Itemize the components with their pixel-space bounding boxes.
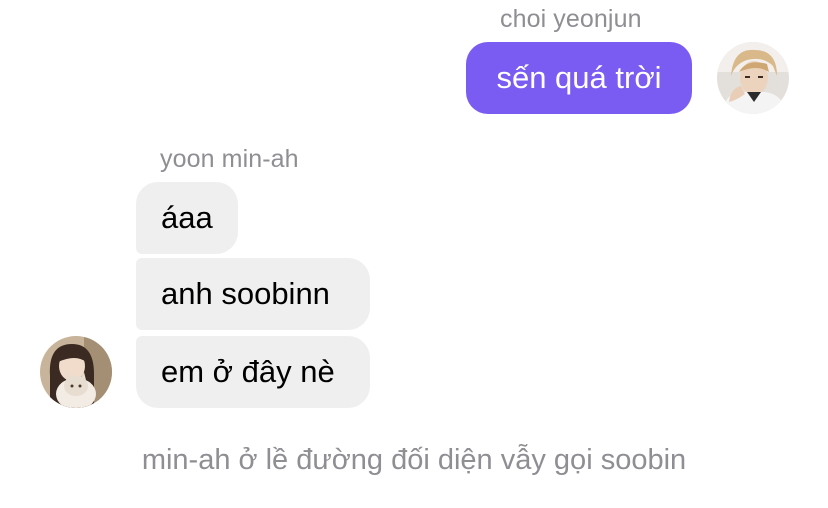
sender-name-incoming: yoon min-ah	[160, 145, 299, 173]
sender-name-outgoing: choi yeonjun	[500, 5, 642, 33]
message-bubble-outgoing[interactable]: sến quá trời	[466, 42, 692, 114]
user-avatar-minah-icon[interactable]	[40, 336, 112, 408]
message-bubble-incoming[interactable]: em ở đây nè	[136, 336, 370, 408]
narration-text: min-ah ở lề đường đối diện vẫy gọi soobi…	[141, 444, 687, 476]
user-avatar-yeonjun-icon[interactable]	[717, 42, 789, 114]
message-bubble-incoming[interactable]: anh soobinn	[136, 258, 370, 330]
message-bubble-incoming[interactable]: áaa	[136, 182, 238, 254]
